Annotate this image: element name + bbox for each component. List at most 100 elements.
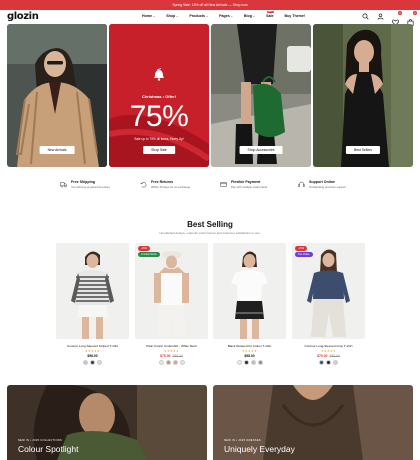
feature-title: Flexible Payment (231, 180, 261, 184)
feature-title: Free Shipping (71, 180, 95, 184)
product-name[interactable]: Plain Cotton Undershirt - White Neck (135, 344, 208, 348)
product-price-row: $75.00 $88.00 (292, 354, 365, 358)
headset-icon (298, 181, 305, 187)
best-sellers-button[interactable]: Best Sellers (345, 146, 381, 154)
nav-item-blog[interactable]: Blog ⌄ (244, 14, 255, 18)
product-card[interactable]: -15% Pre-Order Contour Long-Sleeved Crop… (292, 243, 365, 365)
product-price: $98.00 (244, 354, 255, 358)
product-image[interactable]: -15% Limited Stock (135, 243, 208, 339)
product-photo-striped-tee (56, 243, 129, 339)
product-photo-white-tee-skirt (213, 243, 286, 339)
product-price: $75.00 (317, 354, 328, 358)
color-swatch[interactable] (257, 360, 263, 365)
discount-badge: -15% (295, 246, 308, 251)
offer-percent: 75% (129, 100, 189, 133)
search-icon[interactable] (362, 13, 369, 20)
feature-sub: Pay with multiple credit cards (231, 185, 268, 189)
announcement-text: Spring Sale: 15% off all New Arrivals — … (172, 3, 248, 7)
feature-title: Free Returns (151, 180, 174, 184)
nav-label: Sale (266, 14, 274, 18)
nav-label: Pages (219, 14, 230, 18)
color-swatch[interactable] (172, 360, 178, 365)
nav-item-shop[interactable]: Shop ⌄ (166, 14, 178, 18)
features-row: Free Shipping You will love at great low … (0, 180, 420, 192)
chevron-down-icon: ⌄ (230, 14, 233, 18)
color-swatch[interactable] (326, 360, 331, 365)
new-arrivals-button[interactable]: New Arrivals (39, 146, 75, 154)
color-swatch[interactable] (165, 360, 171, 365)
color-swatch[interactable] (250, 360, 256, 365)
color-swatch[interactable] (158, 360, 164, 365)
chevron-down-icon: ⌄ (252, 14, 256, 18)
product-name[interactable]: Contour Long-Sleeved Crop T-shirt (292, 344, 365, 348)
hot-badge: HOT (267, 11, 274, 13)
feature-free-returns: Free Returns Within 15 days for an exchan… (140, 180, 190, 189)
returns-icon (140, 182, 147, 188)
product-image[interactable]: -15% Pre-Order (292, 243, 365, 339)
stock-badge: Limited Stock (138, 252, 160, 257)
color-swatch[interactable] (83, 360, 88, 365)
hero-panel-best-sellers[interactable]: Best Sellers (313, 24, 413, 167)
product-photo-navy-crop-top (292, 243, 365, 339)
nav-label: Shop (166, 14, 176, 18)
color-swatch[interactable] (97, 360, 102, 365)
wishlist-button[interactable]: 0 (392, 11, 402, 26)
feature-title: Support Online (309, 180, 335, 184)
swatch-row (56, 360, 129, 365)
nav-label: Products (189, 14, 205, 18)
product-image[interactable] (56, 243, 129, 339)
product-price-row: $98.00 (213, 354, 286, 358)
color-swatch[interactable] (243, 360, 249, 365)
product-card[interactable]: Black Relaxed Fit Cotton T-shirt ★★★★★ $… (213, 243, 286, 365)
truck-icon (60, 182, 67, 188)
swatch-row (135, 360, 208, 365)
color-swatch[interactable] (333, 360, 338, 365)
chevron-down-icon: ⌄ (153, 14, 156, 18)
discount-badge: -15% (138, 246, 151, 251)
hero-panel-accessories[interactable]: Shop Accessories (211, 24, 311, 167)
product-price-row: $98.00 (56, 354, 129, 358)
product-card[interactable]: Contour Long-Sleeved Striped T-shirt ★★★… (56, 243, 129, 365)
shop-accessories-button[interactable]: Shop Accessories (239, 146, 283, 154)
shop-sale-button[interactable]: Shop Sale (143, 146, 175, 154)
promo-uniquely-everyday[interactable]: NEW IN • 2025 DRESSES Uniquely Everyday (213, 385, 413, 460)
nav-item-pages[interactable]: Pages ⌄ (219, 14, 233, 18)
header-icons: 0 0 (362, 11, 417, 26)
cart-button[interactable]: 0 (407, 11, 417, 26)
feature-support-online: Support Online Outstanding premium suppor… (298, 180, 346, 189)
color-swatch[interactable] (179, 360, 185, 365)
site-header: glozin Home ⌄ Shop ⌄ Products ⌄ Pages ⌄ Blog… (0, 10, 420, 26)
preorder-badge: Pre-Order (295, 252, 313, 257)
nav-item-products[interactable]: Products ⌄ (189, 14, 208, 18)
product-image[interactable] (213, 243, 286, 339)
nav-item-sale[interactable]: HOT Sale (266, 11, 274, 18)
nav-item-home[interactable]: Home ⌄ (142, 14, 155, 18)
swatch-row (213, 360, 286, 365)
product-card[interactable]: -15% Limited Stock Plain Cotton Undershi… (135, 243, 208, 365)
chevron-down-icon: ⌄ (205, 14, 209, 18)
hero-panel-christmas-offer[interactable]: Christmas • Offer! 75% Sale up to 75% al… (109, 24, 209, 167)
nav-item-buy-theme[interactable]: Buy Theme! (284, 14, 305, 18)
feature-sub: Within 15 days for an exchange (151, 185, 191, 189)
logo[interactable]: glozin (7, 11, 39, 22)
product-price-row: $75.00 $88.00 (135, 354, 208, 358)
product-rating: ★★★★★ (85, 349, 100, 353)
product-rating: ★★★★★ (164, 349, 179, 353)
color-swatch[interactable] (236, 360, 242, 365)
hero-panel-new-arrivals[interactable]: New Arrivals (7, 24, 107, 167)
feature-sub: Outstanding premium support (309, 185, 346, 189)
promo-colour-spotlight[interactable]: NEW IN • 2025 COLLECTIONS Colour Spotlig… (7, 385, 207, 460)
cart-count: 0 (413, 11, 417, 15)
promo-title: Uniquely Everyday (224, 444, 295, 454)
promo-title: Colour Spotlight (18, 444, 79, 454)
product-name[interactable]: Black Relaxed Fit Cotton T-shirt (213, 344, 286, 348)
product-price: $98.00 (87, 354, 98, 358)
product-name[interactable]: Contour Long-Sleeved Striped T-shirt (56, 344, 129, 348)
user-icon[interactable] (377, 13, 384, 20)
promo-eyebrow: NEW IN • 2025 DRESSES (224, 439, 261, 442)
nav-label: Buy Theme! (284, 14, 306, 18)
color-swatch[interactable] (90, 360, 95, 365)
color-swatch[interactable] (319, 360, 324, 365)
nav-label: Blog (243, 14, 252, 18)
section-subtitle: Unmatched design—superior performance an… (159, 231, 261, 235)
